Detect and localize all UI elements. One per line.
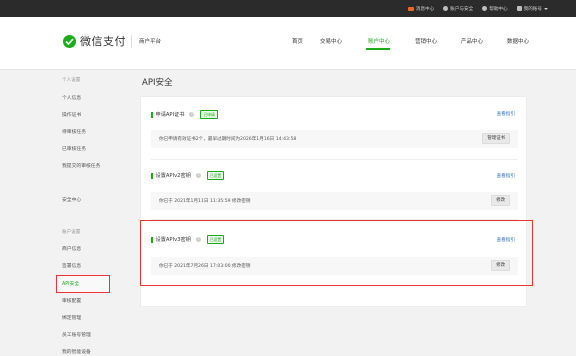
manage-cert-button[interactable]: 管理证书 (482, 133, 510, 144)
section-title-api-cert: 申请API证书 ? 已申请 (151, 110, 218, 119)
sidebar-item-security-center[interactable]: 安全中心 (62, 196, 81, 203)
help-icon (482, 6, 488, 11)
apiv3-highlight-box (140, 220, 533, 286)
sidebar-item-merchant-info[interactable]: 商户信息 (62, 245, 81, 252)
nav-home[interactable]: 首页 (292, 37, 303, 45)
sidebar-group-personal: 个人设置 (62, 78, 81, 83)
account-menu[interactable]: 我的账号 (516, 6, 548, 12)
sidebar-item-personal-info[interactable]: 个人信息 (62, 94, 81, 101)
sidebar-item-signing-info[interactable]: 签署信息 (62, 262, 81, 269)
logo-icon (63, 34, 76, 48)
sidebar-item-staff-accounts[interactable]: 员工账号管理 (62, 331, 91, 338)
view-guide-link-apiv2[interactable]: 查看指引 (497, 173, 515, 179)
top-bar: 消息中心 账户与安全 帮助中心 我的账号 (0, 0, 576, 17)
section-divider (151, 159, 518, 160)
api-cert-info-box: 你已申请有效证书2个，最早过期时间为2026年1月16日 14:43:58 管理… (151, 130, 518, 148)
shield-icon (443, 6, 449, 11)
status-badge: 已申请 (200, 110, 218, 119)
sidebar-item-review-config[interactable]: 审核配置 (62, 297, 81, 304)
section-title-apiv2-key: 设置APIv2密钥 ? 已设置 (151, 171, 225, 180)
sidebar-item-smart-devices[interactable]: 我的智能设备 (62, 348, 91, 355)
message-icon (407, 6, 414, 11)
sidebar-group-account: 账户设置 (62, 230, 81, 235)
nav-data[interactable]: 数据中心 (507, 37, 529, 45)
modify-apiv2-button[interactable]: 修改 (491, 195, 510, 206)
wechat-pay-logo[interactable]: 微信支付 (63, 33, 126, 49)
status-badge: 已设置 (206, 171, 225, 180)
nav-marketing[interactable]: 营销中心 (415, 37, 437, 45)
messages-link[interactable]: 消息中心 (407, 6, 434, 12)
sidebar-item-certificates[interactable]: 操作证书 (62, 111, 81, 118)
apiv2-info-text: 你已于 2021年1月11日 11:35:59 修改密钥 (159, 199, 251, 204)
security-link[interactable]: 账户与安全 (443, 6, 473, 12)
active-nav-indicator (366, 48, 390, 50)
view-guide-link-api-cert[interactable]: 查看指引 (497, 111, 515, 117)
question-icon[interactable]: ? (189, 112, 195, 117)
nav-products[interactable]: 产品中心 (461, 37, 483, 45)
header: 微信支付 商户平台 首页 交易中心 账户中心 营销中心 产品中心 数据中心 (0, 17, 576, 70)
chevron-down-icon (544, 7, 548, 10)
logo-text: 微信支付 (80, 35, 126, 48)
apiv2-info-box: 你已于 2021年1月11日 11:35:59 修改密钥 修改 (151, 192, 518, 210)
help-link[interactable]: 帮助中心 (482, 6, 508, 12)
sidebar-item-submitted-tasks[interactable]: 我提交的审核任务 (62, 162, 100, 169)
nav-account-center[interactable]: 账户中心 (368, 37, 390, 45)
sidebar-item-reviewed-tasks[interactable]: 已审核任务 (62, 145, 86, 152)
user-icon (516, 6, 522, 11)
platform-name: 商户平台 (139, 39, 162, 45)
header-divider (131, 35, 132, 48)
question-icon[interactable]: ? (195, 173, 201, 178)
nav-transactions[interactable]: 交易中心 (320, 37, 342, 45)
sidebar-item-api-security[interactable]: API安全 (62, 280, 79, 287)
sidebar-item-pending-tasks[interactable]: 待审核任务 (62, 128, 86, 135)
sidebar-item-binding-management[interactable]: 绑定管理 (62, 314, 81, 321)
page-title: API安全 (142, 78, 173, 88)
api-cert-info-text: 你已申请有效证书2个，最早过期时间为2026年1月16日 14:43:58 (159, 137, 297, 142)
